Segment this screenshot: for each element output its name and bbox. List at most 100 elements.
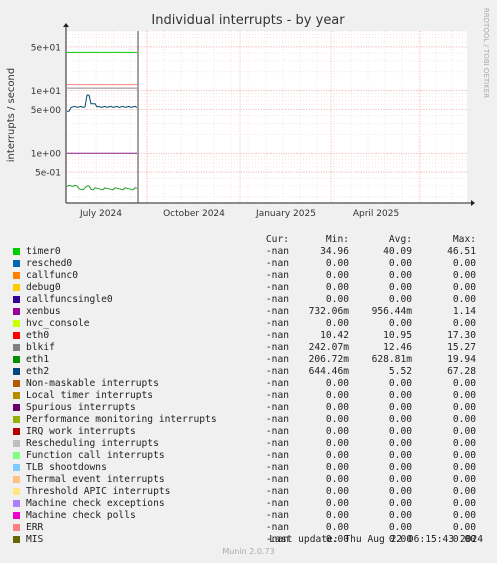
legend-row: timer0 -nan 34.96 40.09 46.51: [12, 246, 476, 258]
y-axis-label: interrupts / second: [6, 68, 17, 162]
legend-max-value: 67.28: [447, 366, 476, 377]
legend-avg-value: 0.00: [388, 462, 412, 473]
legend-series-name: hvc_console: [26, 318, 90, 329]
legend-cur-value: -nan: [265, 294, 289, 305]
legend-swatch: [12, 522, 26, 534]
y-tick-label: 1e+00: [31, 150, 62, 160]
legend-row: ERR -nan 0.00 0.00 0.00: [12, 522, 476, 534]
legend-row: xenbus -nan 732.06m 956.44m 1.14: [12, 306, 476, 318]
legend-row: callfunc0 -nan 0.00 0.00 0.00: [12, 270, 476, 282]
legend-swatch: [12, 402, 26, 414]
legend-cur-value: -nan: [265, 426, 289, 437]
legend-color-square: [13, 463, 20, 471]
legend-min-value: 0.00: [325, 258, 349, 269]
legend-swatch: [12, 270, 26, 282]
legend-min-value: 206.72m: [308, 354, 349, 365]
legend-avg-value: 0.00: [388, 294, 412, 305]
legend-color-square: [13, 307, 20, 315]
legend-max-value: 17.30: [447, 330, 476, 341]
legend-row: Spurious interrupts -nan 0.00 0.00 0.00: [12, 402, 476, 414]
x-tick-labels: July 2024 October 2024 January 2025 April 2…: [79, 209, 399, 219]
legend-color-square: [13, 427, 20, 435]
legend-swatch: [12, 450, 26, 462]
legend-max-value: 0.00: [452, 378, 476, 389]
legend-cur-value: -nan: [265, 522, 289, 533]
y-tick-label: 1e+01: [31, 87, 61, 97]
col-cur-header: Cur:: [265, 234, 289, 245]
legend-avg-value: 0.00: [388, 378, 412, 389]
legend-swatch: [12, 354, 26, 366]
legend-color-square: [13, 499, 20, 507]
legend-color-square: [13, 319, 20, 327]
legend-min-value: 0.00: [325, 522, 349, 533]
legend-row: Performance monitoring interrupts -nan 0.0…: [12, 414, 476, 426]
legend-swatch: [12, 330, 26, 342]
legend-series-name: callfuncsingle0: [26, 294, 113, 305]
legend-swatch: [12, 306, 26, 318]
col-min-header: Min:: [325, 234, 349, 245]
legend-row: Function call interrupts -nan 0.00 0.00 0.00: [12, 450, 476, 462]
rrdtool-watermark: RRDTOOL / TOBI OETIKER: [482, 8, 490, 98]
legend-row: Non-maskable interrupts -nan 0.00 0.00 0.00: [12, 378, 476, 390]
legend-swatch: [12, 414, 26, 426]
legend-color-square: [13, 487, 20, 495]
legend-row: Machine check polls -nan 0.00 0.00 0.00: [12, 510, 476, 522]
legend-series-name: timer0: [26, 246, 61, 257]
legend-row: callfuncsingle0 -nan 0.00 0.00 0.00: [12, 294, 476, 306]
legend-series-name: callfunc0: [26, 270, 78, 281]
legend-min-value: 242.07m: [308, 342, 349, 353]
legend-min-value: 0.00: [325, 282, 349, 293]
legend-min-value: 644.46m: [308, 366, 349, 377]
legend-cur-value: -nan: [265, 390, 289, 401]
y-axis-arrow: [63, 23, 69, 27]
legend-min-value: 0.00: [325, 510, 349, 521]
legend-avg-value: 0.00: [388, 390, 412, 401]
legend-color-square: [13, 403, 20, 411]
legend-max-value: 15.27: [447, 342, 476, 353]
legend-series-name: debug0: [26, 282, 61, 293]
legend-min-value: 0.00: [325, 294, 349, 305]
chart-grid: [63, 23, 475, 206]
legend-avg-value: 0.00: [388, 270, 412, 281]
legend-max-value: 1.14: [452, 306, 476, 317]
legend-color-square: [13, 379, 20, 387]
legend-max-value: 0.00: [452, 402, 476, 413]
legend-swatch: [12, 282, 26, 294]
legend-min-value: 0.00: [325, 378, 349, 389]
legend-max-value: 0.00: [452, 462, 476, 473]
legend-cur-value: -nan: [265, 354, 289, 365]
legend-row: debug0 -nan 0.00 0.00 0.00: [12, 282, 476, 294]
legend-table: Cur: Min: Avg: Max: timer0 -nan 34.96 40.09…: [12, 234, 476, 546]
legend-swatch: [12, 294, 26, 306]
legend-max-value: 0.00: [452, 414, 476, 425]
legend-series-name: xenbus: [26, 306, 61, 317]
legend-min-value: 0.00: [325, 462, 349, 473]
legend-row: eth2 -nan 644.46m 5.52 67.28: [12, 366, 476, 378]
legend-avg-value: 956.44m: [371, 306, 412, 317]
legend-min-value: 10.42: [320, 330, 349, 341]
legend-max-value: 0.00: [452, 474, 476, 485]
x-tick-label: October 2024: [163, 209, 225, 219]
legend-avg-value: 0.00: [388, 450, 412, 461]
legend-color-square: [13, 367, 20, 375]
legend-swatch: [12, 366, 26, 378]
legend-swatch: [12, 474, 26, 486]
x-axis-arrow: [471, 200, 475, 206]
legend-color-square: [13, 283, 20, 291]
legend-cur-value: -nan: [265, 450, 289, 461]
legend-max-value: 0.00: [452, 318, 476, 329]
legend-max-value: 0.00: [452, 438, 476, 449]
legend-series-name: eth0: [26, 330, 50, 341]
legend-color-square: [13, 355, 20, 363]
legend-row: Machine check exceptions -nan 0.00 0.00 0.00: [12, 498, 476, 510]
legend-avg-value: 0.00: [388, 474, 412, 485]
x-tick-label: July 2024: [79, 209, 122, 219]
legend-avg-value: 0.00: [388, 486, 412, 497]
legend-swatch: [12, 438, 26, 450]
legend-min-value: 0.00: [325, 270, 349, 281]
legend-avg-value: 0.00: [388, 522, 412, 533]
legend-color-square: [13, 451, 20, 459]
legend-color-square: [13, 247, 20, 255]
legend-avg-value: 10.95: [383, 330, 412, 341]
y-tick-label: 5e+00: [31, 106, 62, 116]
